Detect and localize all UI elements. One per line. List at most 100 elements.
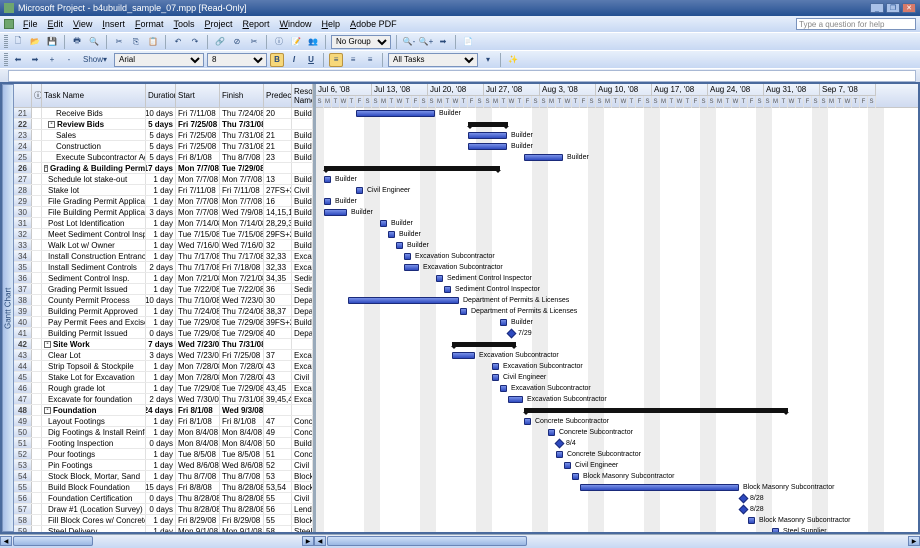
zoom-in-icon[interactable]: 🔍+ bbox=[419, 35, 433, 49]
redo-icon[interactable]: ↷ bbox=[188, 35, 202, 49]
table-row[interactable]: 29File Grading Permit Application1 dayMo… bbox=[14, 196, 313, 207]
pdf-icon[interactable]: 📄 bbox=[461, 35, 475, 49]
table-row[interactable]: 44Strip Topsoil & Stockpile1 dayMon 7/28… bbox=[14, 361, 313, 372]
task-bar[interactable] bbox=[772, 528, 779, 532]
col-task-name[interactable]: Task Name bbox=[42, 84, 146, 108]
col-start[interactable]: Start bbox=[176, 84, 220, 108]
goto-icon[interactable]: ➡ bbox=[436, 35, 450, 49]
align-left-button[interactable]: ≡ bbox=[329, 53, 343, 67]
table-row[interactable]: 27Schedule lot stake-out1 dayMon 7/7/08M… bbox=[14, 174, 313, 185]
task-bar[interactable] bbox=[500, 385, 507, 392]
task-bar[interactable] bbox=[564, 462, 571, 469]
col-resource[interactable]: Resource Names bbox=[292, 84, 313, 108]
table-row[interactable]: 21Receive Bids10 daysFri 7/11/08Thu 7/24… bbox=[14, 108, 313, 119]
task-bar[interactable] bbox=[404, 253, 411, 260]
align-center-button[interactable]: ≡ bbox=[346, 53, 360, 67]
task-bar[interactable] bbox=[580, 484, 739, 491]
task-bar[interactable] bbox=[748, 517, 755, 524]
table-body[interactable]: 21Receive Bids10 daysFri 7/11/08Thu 7/24… bbox=[14, 108, 313, 532]
new-icon[interactable]: 🗋 bbox=[11, 35, 25, 49]
notes-icon[interactable]: 📝 bbox=[289, 35, 303, 49]
toolbar-grip[interactable] bbox=[4, 53, 8, 67]
row-header-corner[interactable] bbox=[14, 84, 32, 108]
show-sub-icon[interactable]: + bbox=[45, 53, 59, 67]
app-menu-icon[interactable] bbox=[4, 19, 14, 29]
group-select[interactable]: No Group bbox=[331, 35, 391, 49]
table-row[interactable]: 40Pay Permit Fees and Excise Taxe1 dayTu… bbox=[14, 317, 313, 328]
table-row[interactable]: 35Install Sediment Controls2 daysThu 7/1… bbox=[14, 262, 313, 273]
task-bar[interactable] bbox=[356, 187, 363, 194]
menu-insert[interactable]: Insert bbox=[97, 19, 130, 29]
paste-icon[interactable]: 📋 bbox=[146, 35, 160, 49]
entry-input[interactable] bbox=[8, 70, 916, 82]
task-bar[interactable] bbox=[556, 451, 563, 458]
close-button[interactable]: ✕ bbox=[902, 3, 916, 13]
menu-report[interactable]: Report bbox=[238, 19, 275, 29]
task-bar[interactable] bbox=[356, 110, 435, 117]
show-label[interactable]: Show ▾ bbox=[79, 53, 111, 67]
font-size-select[interactable]: 8 bbox=[207, 53, 267, 67]
task-bar[interactable] bbox=[444, 286, 451, 293]
bold-button[interactable]: B bbox=[270, 53, 284, 67]
view-tab-gantt[interactable]: Gantt Chart bbox=[2, 84, 14, 532]
menu-adobe-pdf[interactable]: Adobe PDF bbox=[345, 19, 402, 29]
table-row[interactable]: 46Rough grade lot1 dayTue 7/29/08Tue 7/2… bbox=[14, 383, 313, 394]
menu-project[interactable]: Project bbox=[199, 19, 237, 29]
task-bar[interactable] bbox=[492, 363, 499, 370]
table-row[interactable]: 34Install Construction Entrance1 dayThu … bbox=[14, 251, 313, 262]
task-bar[interactable] bbox=[436, 275, 443, 282]
table-row[interactable]: 52Pour footings1 dayTue 8/5/08Tue 8/5/08… bbox=[14, 449, 313, 460]
hide-sub-icon[interactable]: - bbox=[62, 53, 76, 67]
menu-view[interactable]: View bbox=[68, 19, 97, 29]
split-icon[interactable]: ✂ bbox=[247, 35, 261, 49]
open-icon[interactable]: 📂 bbox=[28, 35, 42, 49]
task-bar[interactable] bbox=[348, 297, 459, 304]
table-row[interactable]: 49Layout Footings1 dayFri 8/1/08Fri 8/1/… bbox=[14, 416, 313, 427]
table-row[interactable]: 53Pin Footings1 dayWed 8/6/08Wed 8/6/085… bbox=[14, 460, 313, 471]
minimize-button[interactable]: _ bbox=[870, 3, 884, 13]
menu-edit[interactable]: Edit bbox=[43, 19, 69, 29]
toolbar-grip[interactable] bbox=[4, 35, 8, 49]
print-icon[interactable]: 🖶 bbox=[70, 35, 84, 49]
table-row[interactable]: 48-Foundation24 daysFri 8/1/08Wed 9/3/08 bbox=[14, 405, 313, 416]
table-row[interactable]: 45Stake Lot for Excavation1 dayMon 7/28/… bbox=[14, 372, 313, 383]
table-row[interactable]: 33Walk Lot w/ Owner1 dayWed 7/16/08Wed 7… bbox=[14, 240, 313, 251]
table-row[interactable]: 57Draw #1 (Location Survey)0 daysThu 8/2… bbox=[14, 504, 313, 515]
task-bar[interactable] bbox=[468, 143, 507, 150]
table-row[interactable]: 22-Review Bids5 daysFri 7/25/08Thu 7/31/… bbox=[14, 119, 313, 130]
zoom-out-icon[interactable]: 🔍- bbox=[402, 35, 416, 49]
italic-button[interactable]: I bbox=[287, 53, 301, 67]
link-icon[interactable]: 🔗 bbox=[213, 35, 227, 49]
outdent-icon[interactable]: ⬅ bbox=[11, 53, 25, 67]
table-row[interactable]: 54Stock Block, Mortar, Sand1 dayThu 8/7/… bbox=[14, 471, 313, 482]
filter-select[interactable]: All Tasks bbox=[388, 53, 478, 67]
unlink-icon[interactable]: ⊘ bbox=[230, 35, 244, 49]
table-row[interactable]: 37Grading Permit Issued1 dayTue 7/22/08T… bbox=[14, 284, 313, 295]
table-row[interactable]: 32Meet Sediment Control Inspector1 dayTu… bbox=[14, 229, 313, 240]
task-bar[interactable] bbox=[524, 154, 563, 161]
table-row[interactable]: 50Dig Footings & Install Reinforcing1 da… bbox=[14, 427, 313, 438]
summary-bar[interactable] bbox=[468, 122, 508, 127]
col-finish[interactable]: Finish bbox=[220, 84, 264, 108]
col-indicators[interactable]: ⓘ bbox=[32, 84, 42, 108]
autofilter-icon[interactable]: ▾ bbox=[481, 53, 495, 67]
table-row[interactable]: 59Steel Delivery1 dayMon 9/1/08Mon 9/1/0… bbox=[14, 526, 313, 532]
table-row[interactable]: 28Stake lot1 dayFri 7/11/08Fri 7/11/0827… bbox=[14, 185, 313, 196]
menu-format[interactable]: Format bbox=[130, 19, 169, 29]
col-predecessors[interactable]: Predecesso bbox=[264, 84, 292, 108]
table-row[interactable]: 58Fill Block Cores w/ Concrete1 dayFri 8… bbox=[14, 515, 313, 526]
cut-icon[interactable]: ✂ bbox=[112, 35, 126, 49]
task-bar[interactable] bbox=[468, 132, 507, 139]
task-bar[interactable] bbox=[572, 473, 579, 480]
menu-help[interactable]: Help bbox=[317, 19, 346, 29]
table-row[interactable]: 38County Permit Process10 daysThu 7/10/0… bbox=[14, 295, 313, 306]
task-bar[interactable] bbox=[548, 429, 555, 436]
col-duration[interactable]: Duration bbox=[146, 84, 176, 108]
table-row[interactable]: 43Clear Lot3 daysWed 7/23/08Fri 7/25/083… bbox=[14, 350, 313, 361]
table-row[interactable]: 56Foundation Certification0 daysThu 8/28… bbox=[14, 493, 313, 504]
gantt-hscroll[interactable]: ◀ ▶ bbox=[314, 534, 920, 548]
undo-icon[interactable]: ↶ bbox=[171, 35, 185, 49]
restore-button[interactable]: ❐ bbox=[886, 3, 900, 13]
table-row[interactable]: 36Sediment Control Insp.1 dayMon 7/21/08… bbox=[14, 273, 313, 284]
table-row[interactable]: 31Post Lot Identification1 dayMon 7/14/0… bbox=[14, 218, 313, 229]
